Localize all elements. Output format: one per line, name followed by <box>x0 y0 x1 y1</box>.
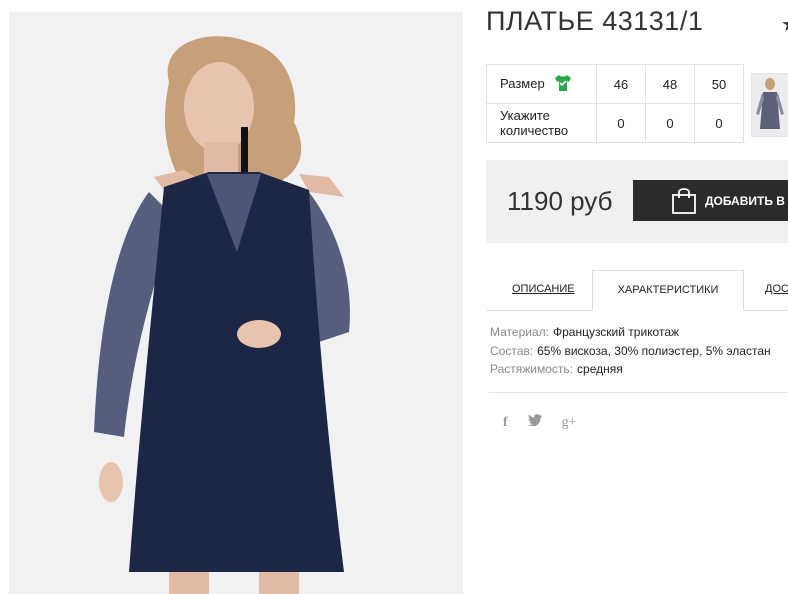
googleplus-icon[interactable]: g+ <box>561 415 576 431</box>
price-box: 1190 руб ДОБАВИТЬ В З <box>486 160 788 243</box>
size-option-48[interactable]: 48 <box>645 64 695 104</box>
specs-list: Материал: Французский трикотаж Состав: 65%… <box>490 323 771 379</box>
product-thumbnail[interactable] <box>751 73 788 137</box>
product-tabs: ОПИСАНИЕ ХАРАКТЕРИСТИКИ ДОС <box>486 270 788 311</box>
facebook-icon[interactable]: f <box>503 415 508 431</box>
tab-description[interactable]: ОПИСАНИЕ <box>512 270 575 310</box>
spec-label: Растяжимость: <box>490 362 574 376</box>
quantity-input-46[interactable]: 0 <box>596 103 646 143</box>
divider <box>489 392 788 393</box>
spec-row: Растяжимость: средняя <box>490 360 771 379</box>
quantity-row: Укажите количество 0 0 0 <box>486 103 744 143</box>
dress-model-illustration <box>9 12 463 594</box>
spec-label: Состав: <box>490 343 534 358</box>
quantity-input-48[interactable]: 0 <box>645 103 695 143</box>
size-row: Размер 46 48 50 <box>486 64 744 104</box>
quantity-label-cell: Укажите количество <box>486 103 597 143</box>
size-label-cell: Размер <box>486 64 597 104</box>
size-table: Размер 46 48 50 Укажите количество 0 0 0 <box>486 64 744 143</box>
size-option-46[interactable]: 46 <box>596 64 646 104</box>
quantity-input-50[interactable]: 0 <box>694 103 744 143</box>
spec-label: Материал: <box>490 325 549 339</box>
social-share: f g+ <box>503 413 592 431</box>
spec-value: средняя <box>577 362 623 376</box>
size-option-50[interactable]: 50 <box>694 64 744 104</box>
spec-value: Французский трикотаж <box>552 325 680 339</box>
size-label: Размер <box>500 75 545 91</box>
tab-characteristics[interactable]: ХАРАКТЕРИСТИКИ <box>592 270 744 311</box>
product-photo[interactable] <box>9 12 463 594</box>
spec-value: 65% вискоза, 30% полиэстер, 5% эластан <box>537 343 771 358</box>
tshirt-icon[interactable] <box>554 74 572 94</box>
add-to-cart-button[interactable]: ДОБАВИТЬ В З <box>633 180 788 221</box>
spec-row: Материал: Французский трикотаж <box>490 323 771 342</box>
quantity-label-line2: количество <box>500 123 569 138</box>
add-to-cart-label: ДОБАВИТЬ В З <box>705 194 788 208</box>
price: 1190 руб <box>507 186 613 216</box>
star-icon[interactable]: ★ <box>781 12 788 37</box>
quantity-label-line1: Укажите <box>500 108 550 123</box>
product-title: ПЛАТЬЕ 43131/1 <box>486 6 704 36</box>
tab-delivery[interactable]: ДОС <box>765 270 788 310</box>
shopping-bag-icon <box>671 187 697 217</box>
spec-row: Состав: 65% вискоза, 30% полиэстер, 5% эл… <box>490 342 771 361</box>
twitter-icon[interactable] <box>527 413 542 429</box>
